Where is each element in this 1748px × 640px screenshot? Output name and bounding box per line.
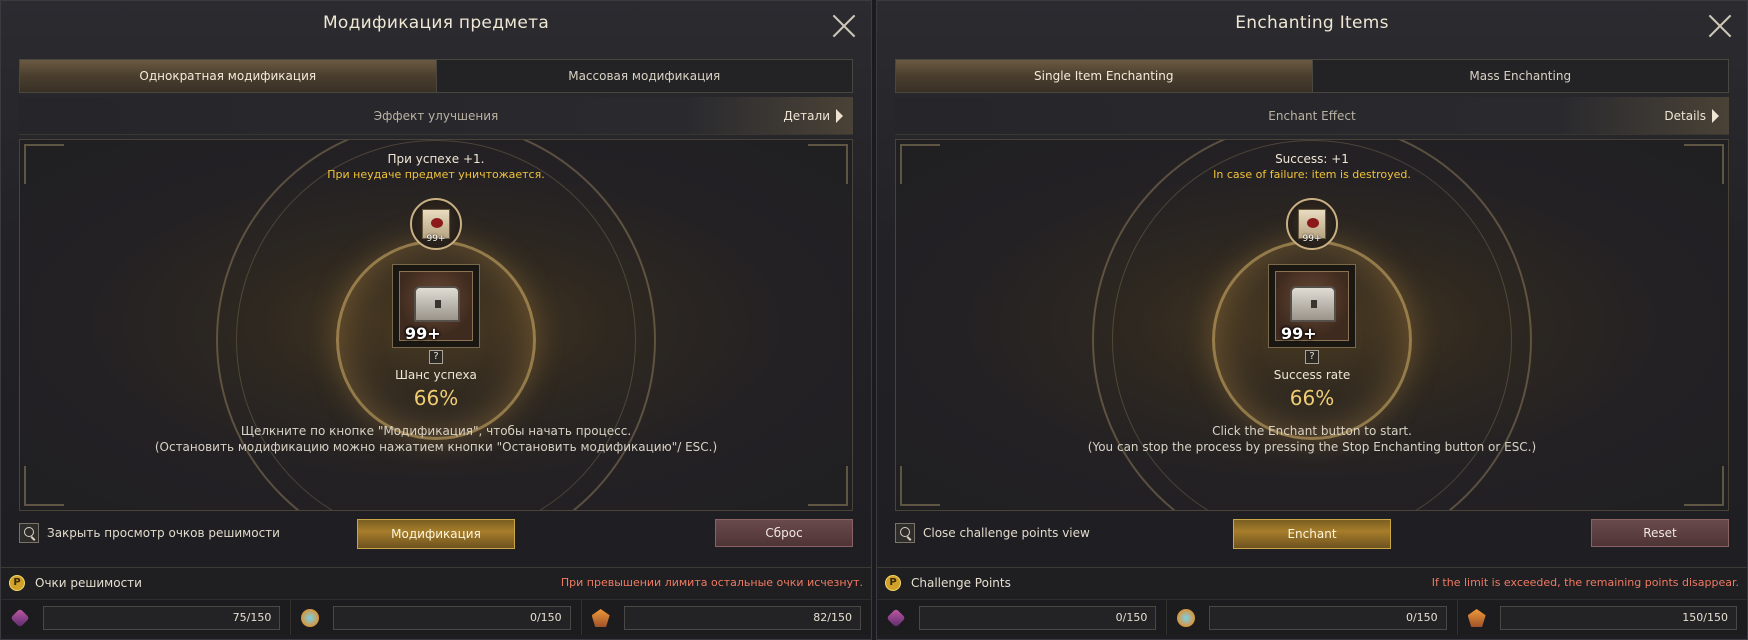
points-slot: 0/150 xyxy=(291,600,582,635)
chevron-right-icon xyxy=(1712,109,1719,123)
ornament-corner xyxy=(24,466,64,506)
toggle-label: Close challenge points view xyxy=(923,526,1090,540)
success-text: Success: +1 xyxy=(1275,152,1349,166)
toggle-label: Закрыть просмотр очков решимости xyxy=(47,526,280,540)
details-label: Details xyxy=(1664,109,1706,123)
scroll-slot[interactable]: 99+ xyxy=(410,198,462,250)
window-title: Модификация предмета xyxy=(322,13,550,33)
hint-line-1: Щелкните по кнопке "Модификация", чтобы … xyxy=(240,424,632,438)
enchant-effect-bar: Enchant Effect Details xyxy=(895,97,1729,135)
enchant-stage: При успехе +1. При неудаче предмет уничт… xyxy=(19,139,853,511)
pink-crystal-icon xyxy=(10,608,30,628)
orange-emblem-icon xyxy=(591,609,610,627)
points-slot: 0/150 xyxy=(1167,600,1458,635)
details-button[interactable]: Детали xyxy=(783,97,843,135)
points-value: 82/150 xyxy=(623,606,861,630)
success-rate-value: 66% xyxy=(413,386,459,410)
orange-emblem-icon xyxy=(1467,609,1486,627)
close-icon[interactable] xyxy=(1707,13,1733,39)
points-value: 0/150 xyxy=(919,606,1157,630)
scroll-count: 99+ xyxy=(426,234,446,244)
challenge-points-bar: P Очки решимости При превышении лимита о… xyxy=(1,567,871,597)
action-row: Закрыть просмотр очков решимости Модифик… xyxy=(19,519,853,549)
challenge-points-label: Challenge Points xyxy=(911,576,1011,590)
enchant-window-en: Enchanting Items Single Item Enchanting … xyxy=(876,0,1748,640)
tab-single[interactable]: Single Item Enchanting xyxy=(896,60,1313,92)
success-rate-label: Шанс успеха xyxy=(395,368,477,382)
challenge-points-bar: P Challenge Points If the limit is excee… xyxy=(877,567,1747,597)
item-slot[interactable]: 99+ xyxy=(1268,264,1356,348)
points-view-toggle[interactable]: Закрыть просмотр очков решимости xyxy=(19,523,280,543)
hint-line-2: (Остановить модификацию можно нажатием к… xyxy=(154,440,718,454)
success-rate-value: 66% xyxy=(1289,386,1335,410)
reset-button[interactable]: Reset xyxy=(1591,519,1729,547)
close-icon[interactable] xyxy=(831,13,857,39)
points-coin-icon: P xyxy=(9,575,25,591)
mode-tabs: Однократная модификация Массовая модифик… xyxy=(19,59,853,93)
scroll-count: 99+ xyxy=(1302,234,1322,244)
item-slot[interactable]: 99+ xyxy=(392,264,480,348)
help-icon[interactable]: ? xyxy=(429,350,443,364)
enchant-window-ru: Модификация предмета Однократная модифик… xyxy=(0,0,872,640)
failure-text: При неудаче предмет уничтожается. xyxy=(327,168,545,181)
effect-label: Enchant Effect xyxy=(1268,108,1356,123)
rainbow-orb-icon xyxy=(301,609,320,627)
points-view-toggle[interactable]: Close challenge points view xyxy=(895,523,1090,543)
points-row: 75/150 0/150 82/150 xyxy=(1,599,871,635)
details-button[interactable]: Details xyxy=(1664,97,1719,135)
enchant-button[interactable]: Модификация xyxy=(357,519,515,549)
points-value: 150/150 xyxy=(1499,606,1737,630)
success-rate-label: Success rate xyxy=(1273,368,1351,382)
help-icon[interactable]: ? xyxy=(1305,350,1319,364)
window-title: Enchanting Items xyxy=(1235,13,1389,33)
challenge-points-label: Очки решимости xyxy=(35,576,142,590)
failure-text: In case of failure: item is destroyed. xyxy=(1213,168,1411,181)
hint-line-2: (You can stop the process by pressing th… xyxy=(1087,440,1537,454)
ornament-corner xyxy=(808,466,848,506)
points-value: 0/150 xyxy=(333,606,571,630)
pink-crystal-icon xyxy=(886,608,906,628)
details-label: Детали xyxy=(783,109,830,123)
chest-icon xyxy=(1290,286,1336,322)
tab-single[interactable]: Однократная модификация xyxy=(20,60,437,92)
points-row: 0/150 0/150 150/150 xyxy=(877,599,1747,635)
rainbow-orb-icon xyxy=(1177,609,1196,627)
effect-label: Эффект улучшения xyxy=(373,108,499,123)
item-count: 99+ xyxy=(405,324,441,343)
enchant-stage: Success: +1 In case of failure: item is … xyxy=(895,139,1729,511)
points-slot: 0/150 xyxy=(877,600,1168,635)
magnifier-icon xyxy=(895,523,915,543)
action-row: Close challenge points view Enchant Rese… xyxy=(895,519,1729,549)
success-text: При успехе +1. xyxy=(387,152,485,166)
points-value: 0/150 xyxy=(1209,606,1447,630)
ornament-corner xyxy=(1684,466,1724,506)
ornament-corner xyxy=(900,466,940,506)
scroll-slot[interactable]: 99+ xyxy=(1286,198,1338,250)
points-coin-icon: P xyxy=(885,575,901,591)
tab-mass[interactable]: Mass Enchanting xyxy=(1313,60,1729,92)
limit-warning: If the limit is exceeded, the remaining … xyxy=(1431,576,1739,589)
chevron-right-icon xyxy=(836,109,843,123)
enchant-button[interactable]: Enchant xyxy=(1233,519,1391,549)
reset-button[interactable]: Сброс xyxy=(715,519,853,547)
limit-warning: При превышении лимита остальные очки исч… xyxy=(560,576,863,589)
magnifier-icon xyxy=(19,523,39,543)
points-slot: 82/150 xyxy=(582,600,871,635)
mode-tabs: Single Item Enchanting Mass Enchanting xyxy=(895,59,1729,93)
points-slot: 75/150 xyxy=(1,600,292,635)
chest-icon xyxy=(414,286,460,322)
points-value: 75/150 xyxy=(43,606,281,630)
enchant-effect-bar: Эффект улучшения Детали xyxy=(19,97,853,135)
item-count: 99+ xyxy=(1281,324,1317,343)
hint-line-1: Click the Enchant button to start. xyxy=(1212,424,1412,438)
tab-mass[interactable]: Массовая модификация xyxy=(437,60,853,92)
points-slot: 150/150 xyxy=(1458,600,1747,635)
